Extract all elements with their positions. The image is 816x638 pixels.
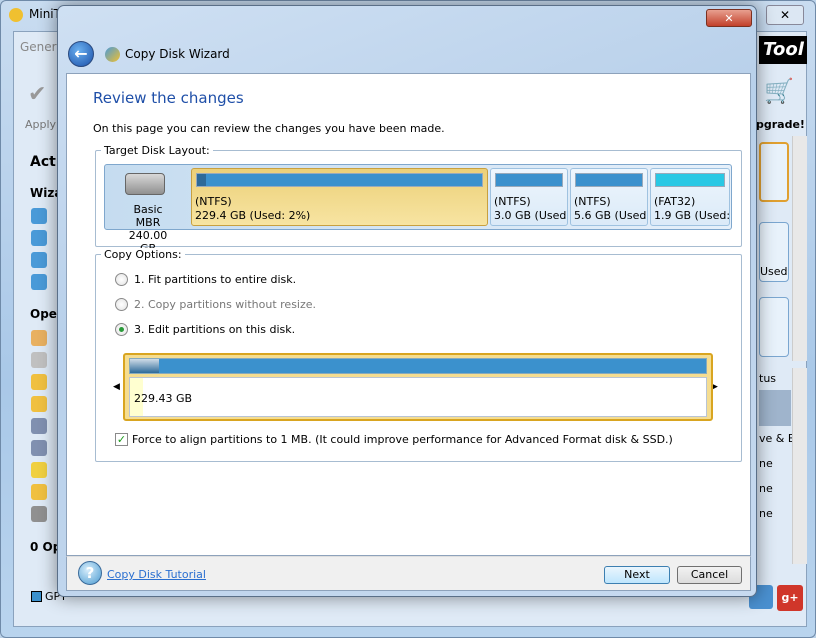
partition-usage-bar [129, 358, 707, 374]
partition-body: 229.43 GB [129, 377, 707, 417]
copy-option-radio[interactable] [115, 323, 128, 336]
align-icon[interactable] [31, 330, 47, 346]
wizard-icon[interactable] [31, 230, 47, 246]
partition-editor[interactable]: 229.43 GB [123, 353, 713, 421]
dialog-title: Copy Disk Wizard [125, 47, 230, 61]
cart-icon: 🛒 [764, 77, 794, 105]
disk-type: Basic MBR [133, 203, 163, 229]
app-logo-icon [9, 8, 23, 22]
delete-icon[interactable] [31, 374, 47, 390]
wizard-icon[interactable] [31, 274, 47, 290]
wizard-icon[interactable] [31, 252, 47, 268]
table-cell: ne [759, 507, 773, 520]
copy-disk-wizard-dialog: ✕ ← Copy Disk Wizard Review the changes … [57, 5, 757, 597]
partition-fs: (NTFS) [494, 195, 531, 208]
used-space-fill [130, 359, 159, 373]
partition-info: 5.6 GB (Used: [574, 209, 648, 222]
partition-info: 229.4 GB (Used: 2%) [195, 209, 311, 222]
wipe-icon[interactable] [31, 462, 47, 478]
used-space-fill [197, 174, 206, 186]
back-button[interactable]: ← [68, 41, 94, 67]
disk-icon[interactable] [31, 396, 47, 412]
table-scrollbar[interactable] [792, 368, 807, 564]
copy-option-radio[interactable] [115, 273, 128, 286]
partition-fs: (NTFS) [574, 195, 611, 208]
surface-icon[interactable] [31, 418, 47, 434]
copy-option-label[interactable]: 3. Edit partitions on this disk. [134, 323, 295, 336]
page-heading: Review the changes [93, 89, 244, 107]
partition-bar [495, 173, 563, 187]
table-cell: ne [759, 457, 773, 470]
partition-fs: (NTFS) [195, 195, 232, 208]
dialog-close-button[interactable]: ✕ [706, 9, 752, 27]
recover-icon[interactable] [31, 440, 47, 456]
disk-map[interactable]: Basic MBR240.00 GB (NTFS)229.4 GB (Used:… [104, 164, 732, 255]
apply-button[interactable]: Apply [25, 118, 56, 131]
partition-block[interactable]: (NTFS) 5.6 GB (Used: [570, 168, 648, 226]
partition-fs: (FAT32) [654, 195, 696, 208]
page-description: On this page you can review the changes … [93, 122, 445, 135]
column-header-status: tus [759, 372, 777, 385]
disk-scrollbar[interactable] [792, 136, 807, 361]
table-cell: ve & Bo [759, 432, 792, 445]
disk-card[interactable]: Used [759, 222, 789, 282]
align-checkbox[interactable]: ✓ [115, 433, 128, 446]
align-checkbox-label[interactable]: Force to align partitions to 1 MB. (It c… [132, 433, 673, 446]
legend-swatch-gpt [31, 591, 42, 602]
selected-row[interactable] [759, 390, 791, 426]
upgrade-button[interactable]: pgrade! [756, 118, 805, 131]
google-plus-icon[interactable]: g+ [777, 585, 803, 611]
partition-info: 1.9 GB (Used: [654, 209, 730, 222]
hard-disk-icon [125, 173, 165, 195]
tools-icon[interactable] [31, 352, 47, 368]
copy-option-label[interactable]: 1. Fit partitions to entire disk. [134, 273, 296, 286]
wizard-icon [105, 47, 120, 62]
disk-card[interactable] [759, 297, 789, 357]
disk-card-selected[interactable] [759, 142, 789, 202]
partition-block[interactable]: (FAT32) 1.9 GB (Used: [650, 168, 730, 226]
help-icon[interactable]: ? [78, 561, 102, 585]
wizard-content: Review the changes On this page you can … [66, 73, 751, 556]
app-close-button[interactable]: ✕ [766, 5, 804, 25]
properties-icon[interactable] [31, 484, 47, 500]
brand-logo: Tool [759, 36, 807, 64]
next-button[interactable]: Next [604, 566, 670, 584]
wizard-footer: ? Copy Disk Tutorial Next Cancel [66, 556, 751, 591]
partition-info: 3.0 GB (Used: [494, 209, 568, 222]
partition-bar [575, 173, 643, 187]
copy-disk-tutorial-link[interactable]: Copy Disk Tutorial [107, 568, 206, 581]
copy-options-legend: Copy Options: [101, 248, 185, 261]
partition-bar [655, 173, 725, 187]
partition-bar [196, 173, 483, 187]
partition-size: 229.43 GB [134, 392, 193, 405]
wizard-icon[interactable] [31, 208, 47, 224]
partition-block[interactable]: (NTFS) 229.4 GB (Used: 2%) [191, 168, 488, 226]
copy-option-radio[interactable] [115, 298, 128, 311]
cancel-button[interactable]: Cancel [677, 566, 742, 584]
target-disk-layout-legend: Target Disk Layout: [101, 144, 213, 157]
partition-block[interactable]: (NTFS) 3.0 GB (Used: [490, 168, 568, 226]
copy-option-label[interactable]: 2. Copy partitions without resize. [134, 298, 316, 311]
apply-check-icon: ✔ [28, 82, 47, 107]
resize-left-handle[interactable]: ◀ [113, 382, 120, 392]
gpt-icon[interactable] [31, 506, 47, 522]
table-cell: ne [759, 482, 773, 495]
